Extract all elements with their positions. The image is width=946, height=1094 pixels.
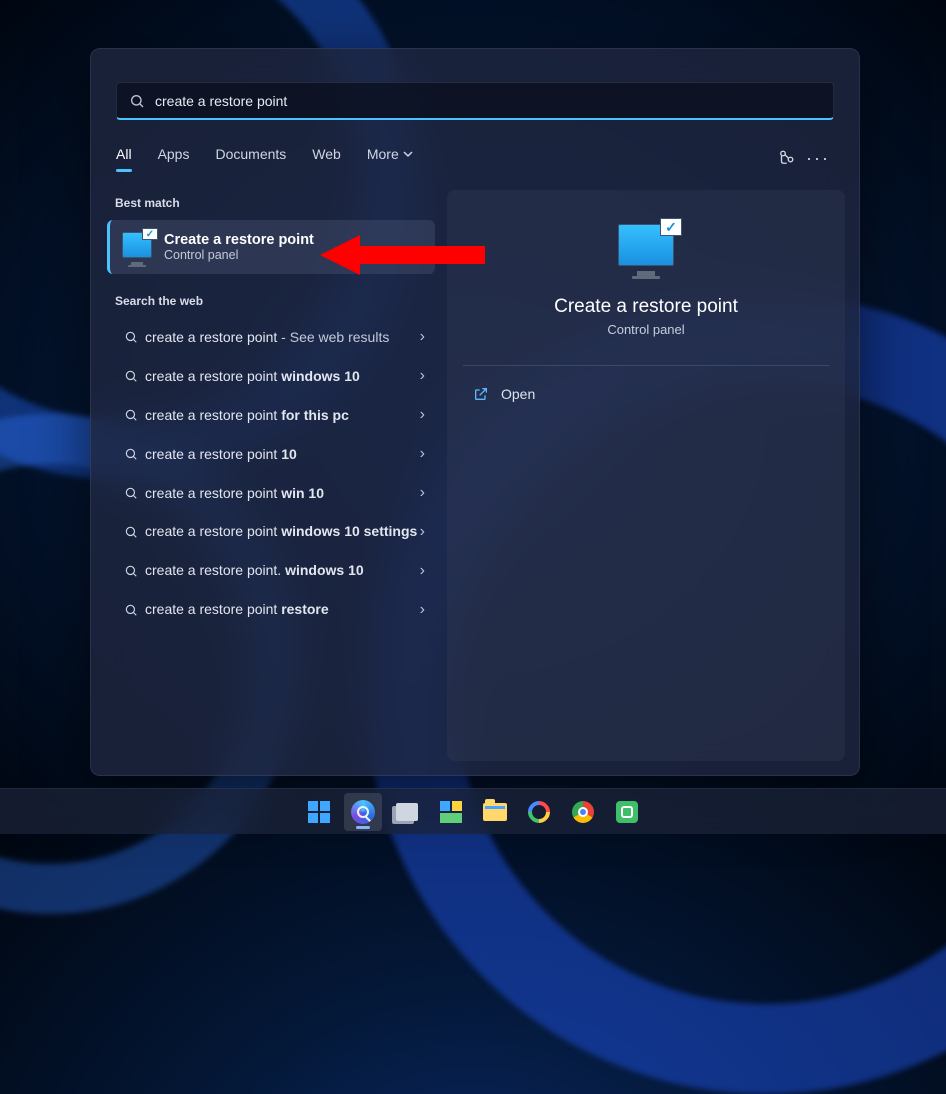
web-result-item[interactable]: create a restore point win 10› <box>107 474 435 513</box>
task-view-icon <box>396 803 418 821</box>
chevron-right-icon: › <box>420 406 425 424</box>
chevron-right-icon: › <box>420 523 425 541</box>
chrome-icon <box>572 801 594 823</box>
chevron-right-icon: › <box>420 328 425 346</box>
search-box[interactable] <box>116 82 834 120</box>
filter-label: Documents <box>215 146 286 162</box>
search-icon <box>117 486 145 500</box>
detail-subtitle: Control panel <box>607 322 684 337</box>
open-icon <box>473 386 489 402</box>
best-match-title: Create a restore point <box>164 232 314 248</box>
taskbar-task-view[interactable] <box>388 793 426 831</box>
open-label: Open <box>501 386 535 402</box>
chevron-right-icon: › <box>420 601 425 619</box>
search-icon <box>117 603 145 617</box>
detail-icon: ✓ <box>618 224 674 274</box>
open-action[interactable]: Open <box>473 386 535 402</box>
filter-web[interactable]: Web <box>312 146 341 170</box>
taskbar-widgets[interactable] <box>432 793 470 831</box>
search-icon <box>117 447 145 461</box>
start-search-panel: All Apps Documents Web More ··· Best mat… <box>90 48 860 776</box>
search-link-icon[interactable] <box>770 142 802 174</box>
best-match-item[interactable]: ✓ Create a restore point Control panel <box>107 220 435 274</box>
best-match-header: Best match <box>105 190 437 220</box>
ellipsis-icon: ··· <box>806 148 830 169</box>
search-icon <box>117 369 145 383</box>
web-result-item[interactable]: create a restore point windows 10 settin… <box>107 512 435 551</box>
web-result-text: create a restore point windows 10 settin… <box>145 522 420 541</box>
taskbar-app-green[interactable] <box>608 793 646 831</box>
filter-apps[interactable]: Apps <box>158 146 190 170</box>
results-column: Best match ✓ Create a restore point Cont… <box>105 190 437 761</box>
chevron-right-icon: › <box>420 445 425 463</box>
web-result-item[interactable]: create a restore point restore› <box>107 590 435 629</box>
search-icon <box>117 408 145 422</box>
web-result-item[interactable]: create a restore point. windows 10› <box>107 551 435 590</box>
more-options-button[interactable]: ··· <box>802 142 834 174</box>
chevron-right-icon: › <box>420 484 425 502</box>
taskbar-file-explorer[interactable] <box>476 793 514 831</box>
widgets-icon <box>440 801 462 823</box>
web-result-item[interactable]: create a restore point - See web results… <box>107 318 435 357</box>
filter-all[interactable]: All <box>116 146 132 170</box>
chevron-right-icon: › <box>420 367 425 385</box>
chevron-right-icon: › <box>420 562 425 580</box>
taskbar <box>0 788 946 834</box>
green-app-icon <box>616 801 638 823</box>
search-icon <box>117 330 145 344</box>
web-result-item[interactable]: create a restore point for this pc› <box>107 396 435 435</box>
filter-label: All <box>116 146 132 162</box>
web-result-text: create a restore point restore <box>145 600 420 619</box>
detail-title: Create a restore point <box>554 296 738 318</box>
search-icon <box>117 564 145 578</box>
best-match-subtitle: Control panel <box>164 248 314 262</box>
link-icon <box>777 149 795 167</box>
web-result-text: create a restore point 10 <box>145 445 420 464</box>
chevron-down-icon <box>403 149 413 159</box>
search-filters: All Apps Documents Web More ··· <box>116 138 834 178</box>
web-result-text: create a restore point for this pc <box>145 406 420 425</box>
search-input[interactable] <box>155 93 821 109</box>
search-icon <box>117 525 145 539</box>
filter-more[interactable]: More <box>367 146 413 170</box>
search-orb-icon <box>351 800 375 824</box>
web-result-text: create a restore point - See web results <box>145 328 420 347</box>
taskbar-app-ring[interactable] <box>520 793 558 831</box>
search-web-header: Search the web <box>105 288 437 318</box>
filter-documents[interactable]: Documents <box>215 146 286 170</box>
web-result-text: create a restore point win 10 <box>145 484 420 503</box>
folder-icon <box>483 803 507 821</box>
windows-logo-icon <box>308 801 330 823</box>
divider <box>463 365 829 366</box>
restore-point-icon: ✓ <box>122 232 152 262</box>
ring-icon <box>523 796 554 827</box>
search-icon <box>129 93 145 109</box>
detail-pane: ✓ Create a restore point Control panel O… <box>447 190 845 761</box>
web-result-text: create a restore point. windows 10 <box>145 561 420 580</box>
filter-label: Apps <box>158 146 190 162</box>
web-result-text: create a restore point windows 10 <box>145 367 420 386</box>
taskbar-start[interactable] <box>300 793 338 831</box>
web-result-item[interactable]: create a restore point 10› <box>107 435 435 474</box>
web-result-item[interactable]: create a restore point windows 10› <box>107 357 435 396</box>
filter-label: Web <box>312 146 341 162</box>
filter-label: More <box>367 146 399 162</box>
taskbar-chrome[interactable] <box>564 793 602 831</box>
taskbar-search[interactable] <box>344 793 382 831</box>
